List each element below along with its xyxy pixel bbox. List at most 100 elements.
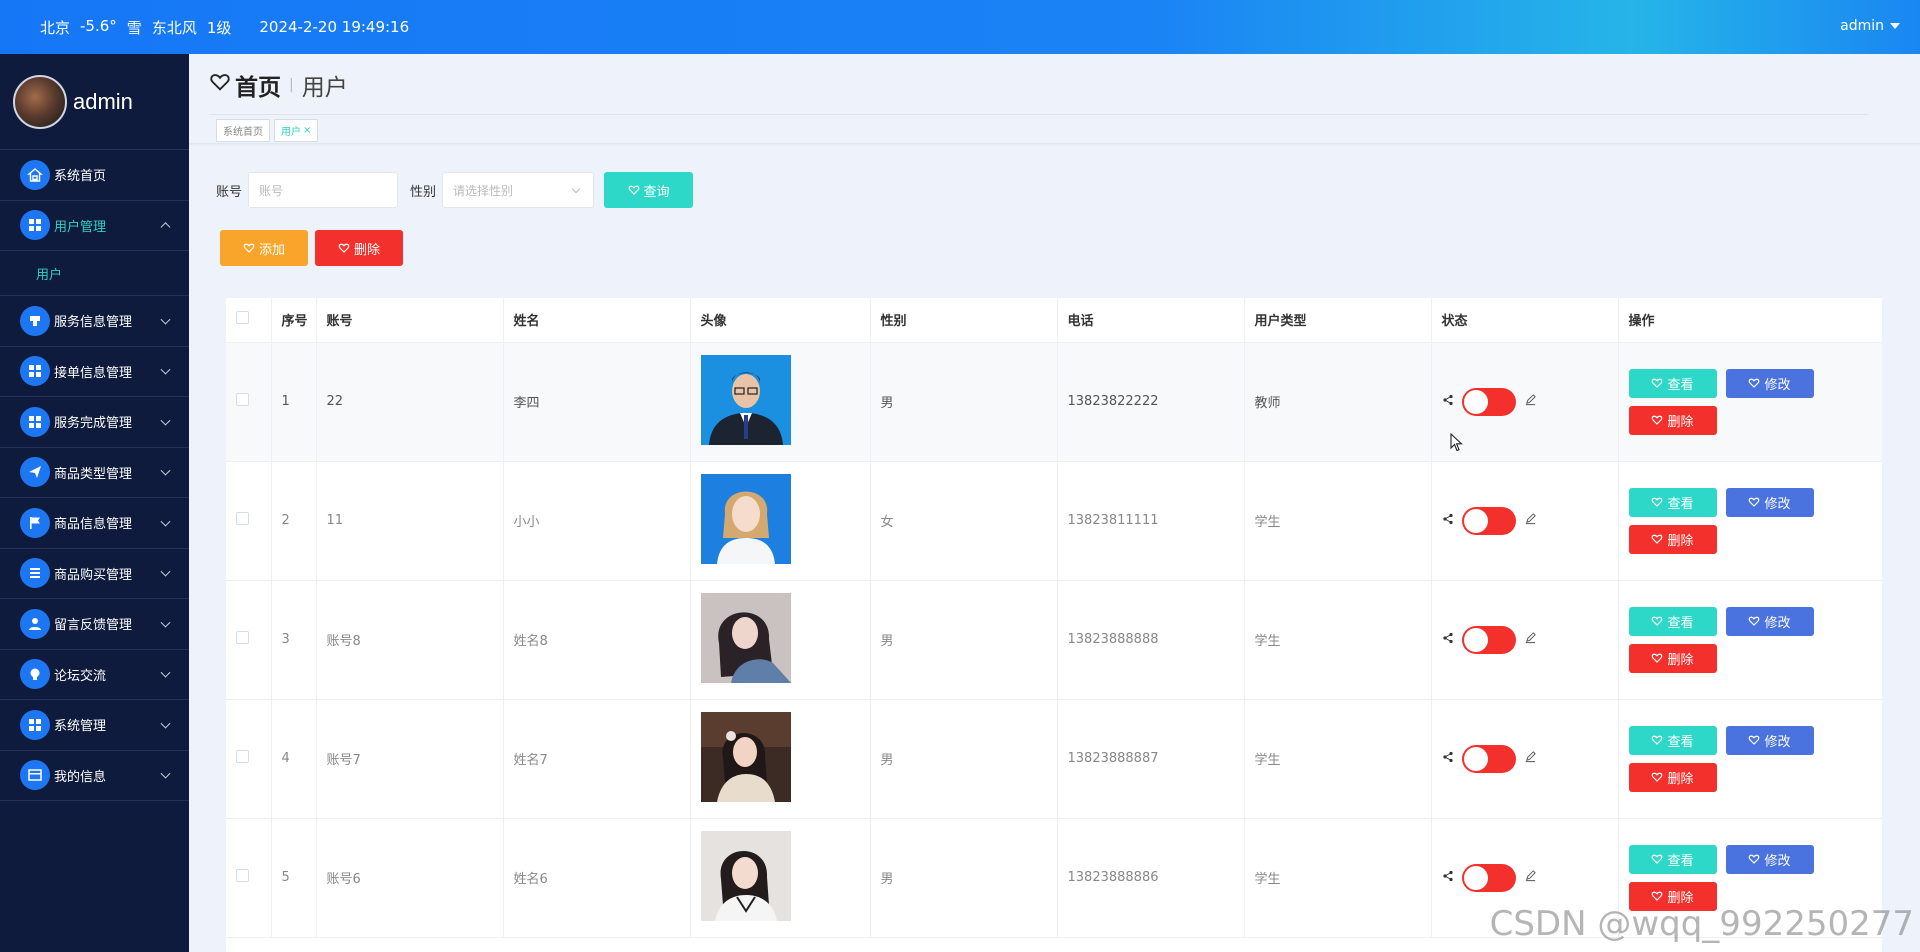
batch-delete-button[interactable]: 删除 bbox=[315, 230, 403, 266]
chevron-down-icon bbox=[160, 566, 171, 577]
edit-button[interactable]: 修改 bbox=[1725, 368, 1814, 398]
chevron-up-icon bbox=[160, 222, 171, 233]
gender-select[interactable]: 请选择性别 bbox=[442, 172, 595, 208]
cell-status bbox=[1431, 580, 1619, 700]
cell-no: 1 bbox=[271, 342, 317, 462]
edit-icon[interactable] bbox=[1524, 393, 1537, 410]
cell-no: 5 bbox=[271, 818, 317, 938]
action-bar: 添加 删除 bbox=[220, 230, 403, 266]
table-row[interactable]: 2 11 小小 女 13823811111 学生 查看 修改 删除 bbox=[226, 461, 1882, 581]
edit-label: 修改 bbox=[1764, 615, 1791, 631]
status-toggle[interactable] bbox=[1461, 625, 1516, 654]
cell-phone: 13823822222 bbox=[1057, 342, 1245, 462]
heart-icon bbox=[1749, 497, 1760, 507]
view-button[interactable]: 查看 bbox=[1628, 487, 1717, 517]
row-checkbox[interactable] bbox=[236, 393, 249, 406]
cell-type: 教师 bbox=[1244, 342, 1432, 462]
user-dropdown[interactable]: admin bbox=[1840, 18, 1900, 34]
view-button[interactable]: 查看 bbox=[1628, 725, 1717, 755]
user-table: 序号 账号 姓名 头像 性别 电话 用户类型 状态 操作 1 22 李四男 13823… bbox=[226, 298, 1882, 952]
heart-icon bbox=[1652, 653, 1663, 663]
avatar-photo bbox=[700, 830, 791, 921]
row-checkbox[interactable] bbox=[236, 512, 249, 525]
sidebar: admin 系统首页 用户管理 用户 服务信息管理 接单信息管理 服务完成管理 … bbox=[0, 54, 189, 952]
status-toggle[interactable] bbox=[1461, 744, 1516, 773]
row-checkbox[interactable] bbox=[236, 631, 249, 644]
view-button[interactable]: 查看 bbox=[1628, 844, 1717, 874]
status-toggle[interactable] bbox=[1461, 863, 1516, 892]
edit-icon[interactable] bbox=[1524, 869, 1537, 886]
query-button[interactable]: 查询 bbox=[604, 172, 694, 208]
tag-user[interactable]: 用户 × bbox=[274, 119, 319, 142]
delete-button[interactable]: 删除 bbox=[1628, 643, 1717, 673]
row-checkbox[interactable] bbox=[236, 869, 249, 882]
user-name: admin bbox=[1840, 18, 1884, 34]
edit-button[interactable]: 修改 bbox=[1725, 606, 1814, 636]
table-row[interactable]: 1 22 李四 男 13823822222 教师 查看 修改 删除 bbox=[226, 342, 1882, 462]
edit-button[interactable]: 修改 bbox=[1725, 487, 1814, 517]
cell-name: 李四 bbox=[503, 342, 691, 462]
cell-type: 学生 bbox=[1244, 580, 1432, 700]
sidebar-item-service-complete[interactable]: 服务完成管理 bbox=[0, 397, 189, 448]
sidebar-profile: admin bbox=[0, 54, 189, 150]
status-toggle[interactable] bbox=[1461, 387, 1516, 416]
sidebar-item-user-management[interactable]: 用户管理 bbox=[0, 201, 189, 251]
sidebar-item-goods-info[interactable]: 商品信息管理 bbox=[0, 498, 189, 549]
close-icon[interactable]: × bbox=[303, 125, 311, 136]
status-toggle[interactable] bbox=[1461, 506, 1516, 535]
delete-label: 删除 bbox=[1667, 890, 1694, 906]
cell-account: 11 bbox=[316, 461, 504, 581]
delete-button[interactable]: 删除 bbox=[1628, 405, 1717, 435]
sidebar-item-home[interactable]: 系统首页 bbox=[0, 150, 189, 201]
heart-icon bbox=[1652, 497, 1663, 507]
toggle-knob bbox=[1463, 746, 1488, 771]
cell-gender: 男 bbox=[870, 818, 1058, 938]
cell-type: 学生 bbox=[1244, 699, 1432, 819]
cell-account: 账号6 bbox=[316, 818, 504, 938]
sidebar-item-system[interactable]: 系统管理 bbox=[0, 700, 189, 751]
chevron-down-icon bbox=[160, 768, 171, 779]
row-select-cell bbox=[226, 342, 272, 462]
heart-icon bbox=[1652, 735, 1663, 745]
view-button[interactable]: 查看 bbox=[1628, 368, 1717, 398]
add-button[interactable]: 添加 bbox=[220, 230, 308, 266]
sidebar-item-service-info[interactable]: 服务信息管理 bbox=[0, 296, 189, 347]
sidebar-subitem-user[interactable]: 用户 bbox=[0, 251, 189, 296]
delete-button[interactable]: 删除 bbox=[1628, 762, 1717, 792]
flag-icon bbox=[20, 507, 50, 538]
sidebar-item-order-info[interactable]: 接单信息管理 bbox=[0, 347, 189, 397]
edit-button[interactable]: 修改 bbox=[1725, 844, 1814, 874]
sidebar-item-label: 接单信息管理 bbox=[54, 365, 133, 381]
cell-account: 账号7 bbox=[316, 699, 504, 819]
sidebar-item-my-info[interactable]: 我的信息 bbox=[0, 751, 189, 801]
page-header: 首页 | 用户 系统首页 用户 × bbox=[189, 54, 1920, 146]
edit-icon[interactable] bbox=[1524, 631, 1537, 648]
sidebar-item-goods-type[interactable]: 商品类型管理 bbox=[0, 448, 189, 498]
account-input[interactable]: 账号 bbox=[248, 172, 399, 208]
edit-icon[interactable] bbox=[1524, 512, 1537, 529]
cell-gender: 男 bbox=[870, 580, 1058, 700]
table-row[interactable]: 4 账号7 姓名7 男 13823888887 学生 查看 修改 删除 bbox=[226, 699, 1882, 819]
tag-home[interactable]: 系统首页 bbox=[216, 119, 270, 142]
table-row[interactable]: 3 账号8 姓名8 男 13823888888 学生 查看 修改 删除 bbox=[226, 580, 1882, 700]
row-checkbox[interactable] bbox=[236, 750, 249, 763]
bulb-icon bbox=[20, 659, 50, 690]
person-icon bbox=[20, 608, 50, 639]
edit-button[interactable]: 修改 bbox=[1725, 725, 1814, 755]
edit-icon[interactable] bbox=[1524, 750, 1537, 767]
sidebar-item-feedback[interactable]: 留言反馈管理 bbox=[0, 599, 189, 650]
sidebar-item-label: 用户管理 bbox=[54, 219, 107, 235]
weather-level: 1级 bbox=[206, 18, 232, 37]
toggle-knob bbox=[1463, 389, 1488, 414]
sidebar-item-goods-purchase[interactable]: 商品购买管理 bbox=[0, 549, 189, 599]
view-button[interactable]: 查看 bbox=[1628, 606, 1717, 636]
row-select-cell bbox=[226, 818, 272, 938]
cell-name: 小小 bbox=[503, 461, 691, 581]
heart-icon bbox=[628, 185, 639, 195]
breadcrumb-home[interactable]: 首页 bbox=[235, 68, 281, 102]
sidebar-item-forum[interactable]: 论坛交流 bbox=[0, 650, 189, 700]
avatar bbox=[13, 74, 67, 129]
delete-button[interactable]: 删除 bbox=[1628, 524, 1717, 554]
cell-operations: 查看 修改删除 bbox=[1618, 580, 1882, 700]
select-all-checkbox[interactable] bbox=[236, 311, 249, 325]
